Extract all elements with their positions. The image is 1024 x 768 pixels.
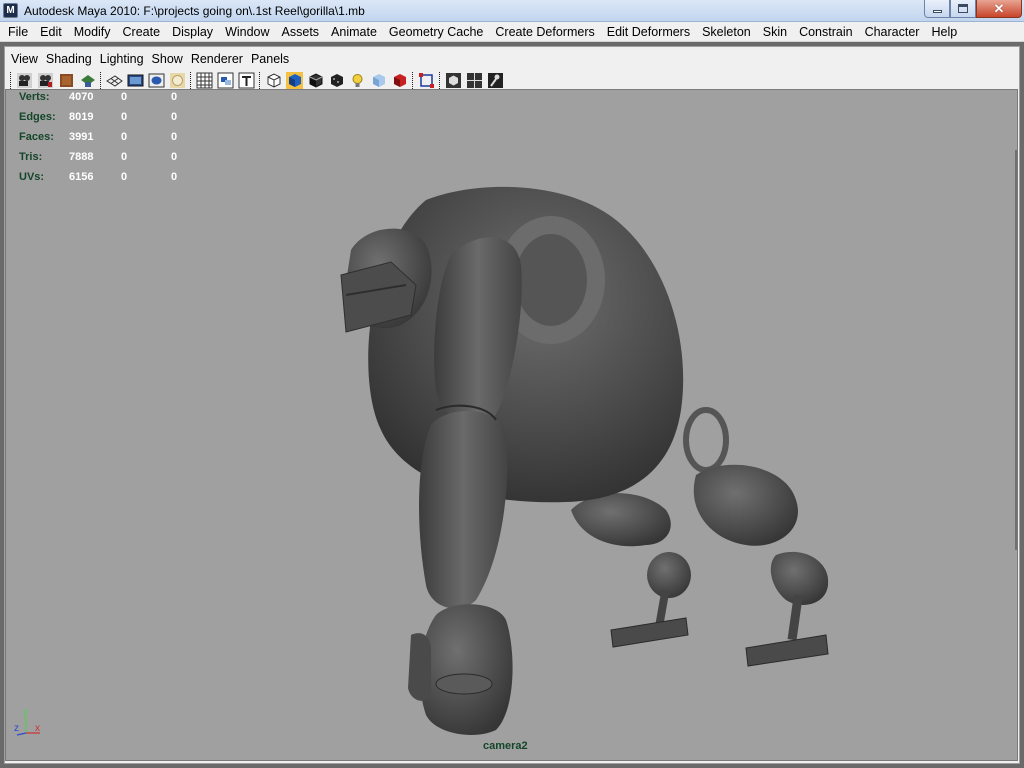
restore-icon: [958, 4, 968, 13]
wireframe-on-shaded-icon[interactable]: [306, 71, 325, 90]
toolbar-separator: [10, 72, 12, 89]
smooth-shade-icon[interactable]: [285, 71, 304, 90]
xray-icon[interactable]: [390, 71, 409, 90]
use-all-lights-icon[interactable]: [348, 71, 367, 90]
wireframe-icon[interactable]: [264, 71, 283, 90]
menu-edit[interactable]: Edit: [34, 22, 68, 42]
menu-assets[interactable]: Assets: [276, 22, 326, 42]
camera-name-label: camera2: [483, 740, 528, 752]
viewport-edge: [1015, 150, 1017, 550]
grid-icon[interactable]: [105, 71, 124, 90]
safe-title-icon[interactable]: [237, 71, 256, 90]
menu-geometry-cache[interactable]: Geometry Cache: [383, 22, 489, 42]
menu-display[interactable]: Display: [166, 22, 219, 42]
menu-skin[interactable]: Skin: [757, 22, 793, 42]
panel-menu-show[interactable]: Show: [148, 52, 187, 66]
resolution-gate-icon[interactable]: [147, 71, 166, 90]
toolbar-separator: [100, 72, 102, 89]
axis-z-label: z: [14, 723, 19, 734]
field-chart-icon[interactable]: [195, 71, 214, 90]
main-menu-bar: File Edit Modify Create Display Window A…: [0, 22, 1024, 42]
safe-action-icon[interactable]: [216, 71, 235, 90]
camera-select-icon[interactable]: [15, 71, 34, 90]
minimize-button[interactable]: [924, 0, 950, 18]
isolate-select-icon[interactable]: [417, 71, 436, 90]
menu-constrain[interactable]: Constrain: [793, 22, 859, 42]
menu-edit-deformers[interactable]: Edit Deformers: [601, 22, 696, 42]
single-view-icon[interactable]: [444, 71, 463, 90]
menu-help[interactable]: Help: [925, 22, 963, 42]
bookmark-icon[interactable]: [57, 71, 76, 90]
panel-menu-lighting[interactable]: Lighting: [96, 52, 148, 66]
shadows-icon[interactable]: [369, 71, 388, 90]
close-icon: ✕: [993, 0, 1005, 16]
menu-character[interactable]: Character: [859, 22, 926, 42]
axis-gizmo: y z x: [14, 707, 40, 736]
gate-mask-icon[interactable]: [168, 71, 187, 90]
menu-skeleton[interactable]: Skeleton: [696, 22, 757, 42]
menu-window[interactable]: Window: [219, 22, 275, 42]
panel-menu-renderer[interactable]: Renderer: [187, 52, 247, 66]
toolbar-separator: [439, 72, 441, 89]
rear-right-leg: [683, 407, 829, 667]
panel-menu-view[interactable]: View: [7, 52, 42, 66]
gorilla-robot-model[interactable]: [6, 90, 1018, 761]
menu-create-deformers[interactable]: Create Deformers: [489, 22, 600, 42]
panel-menu-shading[interactable]: Shading: [42, 52, 96, 66]
panel-menu-panels[interactable]: Panels: [247, 52, 293, 66]
menu-file[interactable]: File: [2, 22, 34, 42]
film-gate-icon[interactable]: [126, 71, 145, 90]
toolbar-separator: [412, 72, 414, 89]
panel-menu-bar: View Shading Lighting Show Renderer Pane…: [5, 49, 293, 69]
camera-attributes-icon[interactable]: [36, 71, 55, 90]
window-title: Autodesk Maya 2010: F:\projects going on…: [24, 3, 365, 18]
toolbar-separator: [259, 72, 261, 89]
maya-app-icon[interactable]: M: [3, 3, 18, 18]
window-controls: ✕: [924, 0, 1022, 18]
four-view-icon[interactable]: [465, 71, 484, 90]
panel-toolbar: [5, 70, 507, 91]
script-editor-icon[interactable]: [486, 71, 505, 90]
axis-y-label: y: [23, 707, 28, 718]
image-plane-icon[interactable]: [78, 71, 97, 90]
menu-modify[interactable]: Modify: [68, 22, 117, 42]
textured-icon[interactable]: [327, 71, 346, 90]
maximize-button[interactable]: [950, 0, 976, 18]
axis-x-label: x: [35, 723, 40, 734]
title-bar: M Autodesk Maya 2010: F:\projects going …: [0, 0, 1024, 22]
menu-create[interactable]: Create: [117, 22, 167, 42]
close-button[interactable]: ✕: [976, 0, 1022, 18]
3d-viewport[interactable]: Verts: 4070 0 0 Edges: 8019 0 0 Faces: 3…: [5, 89, 1018, 761]
menu-animate[interactable]: Animate: [325, 22, 383, 42]
minimize-icon: [932, 10, 942, 13]
toolbar-separator: [190, 72, 192, 89]
rear-left-leg: [571, 493, 691, 648]
